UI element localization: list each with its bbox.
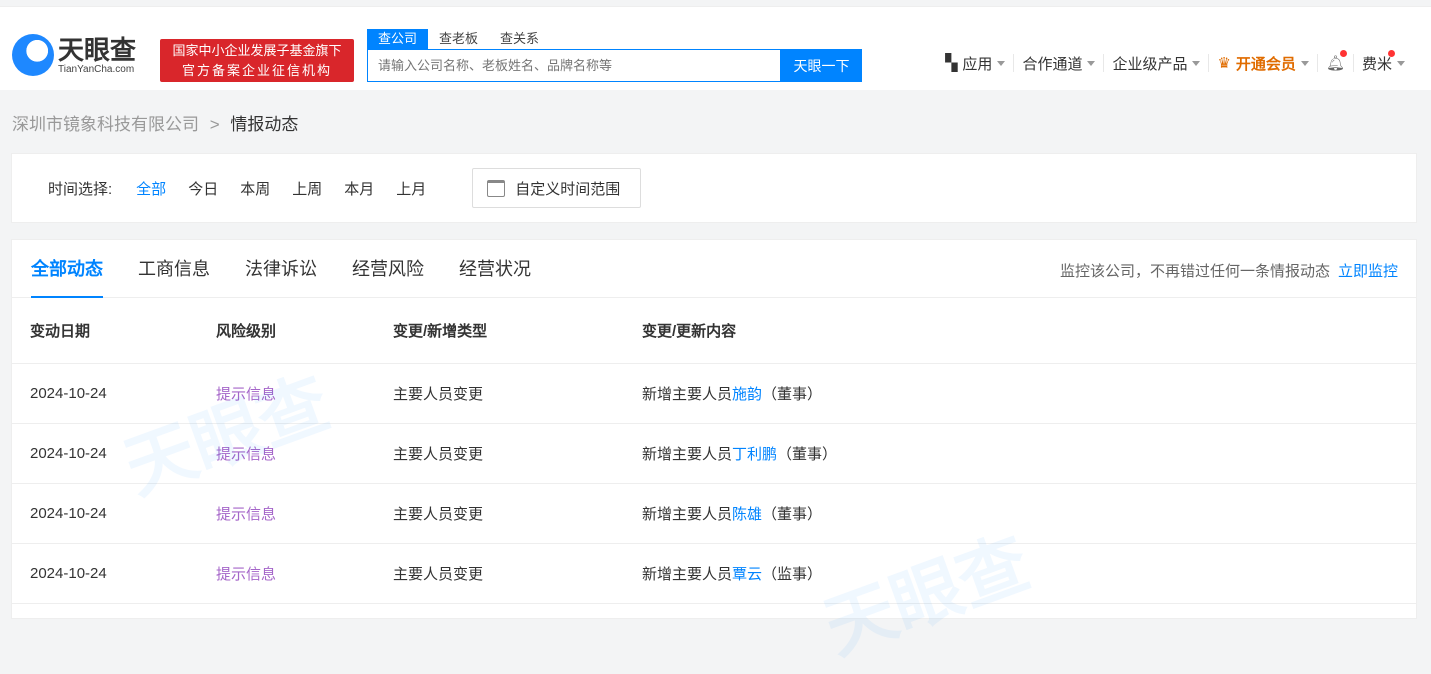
person-role: （董事） <box>762 506 823 523</box>
filter-today[interactable]: 今日 <box>188 178 218 199</box>
row-risk: 提示信息 <box>216 386 277 403</box>
calendar-icon <box>487 179 506 197</box>
row-risk: 提示信息 <box>216 566 277 583</box>
row-type: 主要人员变更 <box>393 506 484 523</box>
monitor-link[interactable]: 立即监控 <box>1338 263 1398 280</box>
person-role: （监事） <box>762 566 823 583</box>
nav-user-label: 费米 <box>1361 55 1392 73</box>
breadcrumb-current: 情报动态 <box>230 115 299 134</box>
row-date: 2024-10-24 <box>30 565 107 582</box>
nav-vip[interactable]: ♛ 开通会员 <box>1209 54 1318 73</box>
caret-down-icon <box>997 60 1006 70</box>
search-tab-relation[interactable]: 查关系 <box>489 29 550 49</box>
filter-last-month[interactable]: 上月 <box>396 178 426 199</box>
row-content: 新增主要人员丁利鹏（董事） <box>642 443 837 464</box>
custom-range-label: 自定义时间范围 <box>515 180 621 198</box>
user-dot <box>1388 50 1395 57</box>
grid-icon: ▚ <box>945 55 958 72</box>
col-date: 变动日期 <box>30 323 91 340</box>
official-badge: 国家中小企业发展子基金旗下 官方备案企业征信机构 <box>160 39 354 82</box>
person-link[interactable]: 覃云 <box>732 566 762 583</box>
col-type: 变更/新增类型 <box>393 323 488 340</box>
logo-icon <box>12 34 54 76</box>
badge-line2: 官方备案企业征信机构 <box>181 63 332 78</box>
table-row: 2024-10-24 提示信息 主要人员变更 新增主要人员施韵（董事） <box>12 364 1416 424</box>
filter-last-week[interactable]: 上周 <box>292 178 322 199</box>
person-link[interactable]: 施韵 <box>732 386 762 403</box>
caret-down-icon <box>1397 60 1405 70</box>
row-risk: 提示信息 <box>216 506 277 523</box>
content-prefix: 新增主要人员 <box>642 446 733 463</box>
notification-dot <box>1339 50 1347 57</box>
filter-label: 时间选择: <box>48 180 113 198</box>
content-prefix: 新增主要人员 <box>642 566 733 583</box>
person-link[interactable]: 丁利鹏 <box>732 446 777 463</box>
caret-down-icon <box>1300 60 1309 70</box>
tab-business[interactable]: 工商信息 <box>138 240 210 298</box>
row-type: 主要人员变更 <box>393 386 484 403</box>
content-prefix: 新增主要人员 <box>642 506 733 523</box>
search-tab-company[interactable]: 查公司 <box>367 29 429 49</box>
tab-risk[interactable]: 经营风险 <box>352 240 424 298</box>
row-content: 新增主要人员覃云（监事） <box>642 563 822 584</box>
table-header: 变动日期 风险级别 变更/新增类型 变更/更新内容 <box>12 298 1416 364</box>
nav-vip-label: 开通会员 <box>1235 55 1296 73</box>
row-date: 2024-10-24 <box>30 445 107 462</box>
row-content: 新增主要人员施韵（董事） <box>642 383 822 404</box>
row-type: 主要人员变更 <box>393 446 484 463</box>
nav-enterprise[interactable]: 企业级产品 <box>1104 54 1210 73</box>
logo-text: 天眼查 <box>58 34 137 65</box>
crown-icon: ♛ <box>1217 55 1231 72</box>
logo-domain: TianYanCha.com <box>58 63 135 75</box>
nav-enterprise-label: 企业级产品 <box>1112 55 1188 73</box>
logo[interactable]: 天眼查 TianYanCha.com <box>12 34 136 76</box>
monitor-text: 监控该公司，不再错过任何一条情报动态 <box>1059 263 1330 280</box>
filter-all[interactable]: 全部 <box>136 178 166 199</box>
news-panel: 全部动态 工商信息 法律诉讼 经营风险 经营状况 监控该公司，不再错过任何一条情… <box>11 239 1417 619</box>
row-date: 2024-10-24 <box>30 385 107 402</box>
search-input[interactable] <box>367 49 781 82</box>
col-content: 变更/更新内容 <box>642 323 737 340</box>
nav-user[interactable]: 费米 <box>1354 50 1413 73</box>
search-tab-boss[interactable]: 查老板 <box>428 29 489 49</box>
caret-down-icon <box>1087 60 1096 70</box>
person-role: （董事） <box>777 446 838 463</box>
nav-apps-label: 应用 <box>962 55 993 73</box>
tab-legal[interactable]: 法律诉讼 <box>245 240 317 298</box>
breadcrumb-company[interactable]: 深圳市镜象科技有限公司 <box>12 115 199 134</box>
person-link[interactable]: 陈雄 <box>732 506 762 523</box>
row-date: 2024-10-24 <box>30 505 107 522</box>
badge-line1: 国家中小企业发展子基金旗下 <box>172 43 342 58</box>
chevron-right-icon: > <box>209 115 220 134</box>
tab-operation[interactable]: 经营状况 <box>459 240 531 298</box>
time-filter: 时间选择: 全部 今日 本周 上周 本月 上月 自定义时间范围 <box>11 153 1417 223</box>
table-row: 2024-10-24 提示信息 主要人员变更 新增主要人员覃云（监事） <box>12 544 1416 604</box>
row-risk: 提示信息 <box>216 446 277 463</box>
nav-partner-label: 合作通道 <box>1022 55 1083 73</box>
filter-this-month[interactable]: 本月 <box>344 178 374 199</box>
top-header: 天眼查 TianYanCha.com 国家中小企业发展子基金旗下 官方备案企业征信机… <box>0 6 1431 90</box>
nav-apps[interactable]: ▚ 应用 <box>937 54 1015 73</box>
content-prefix: 新增主要人员 <box>642 386 733 403</box>
person-role: （董事） <box>762 386 823 403</box>
nav-partner[interactable]: 合作通道 <box>1014 54 1105 73</box>
row-type: 主要人员变更 <box>393 566 484 583</box>
col-risk: 风险级别 <box>216 323 277 340</box>
notification-button[interactable]: 🔔︎ <box>1318 50 1354 72</box>
filter-this-week[interactable]: 本周 <box>240 178 270 199</box>
search-button[interactable]: 天眼一下 <box>781 49 862 82</box>
caret-down-icon <box>1192 60 1201 70</box>
custom-range-button[interactable]: 自定义时间范围 <box>472 168 642 208</box>
tab-all[interactable]: 全部动态 <box>31 240 103 298</box>
breadcrumb: 深圳市镜象科技有限公司 > 情报动态 <box>12 110 298 135</box>
row-content: 新增主要人员陈雄（董事） <box>642 503 822 524</box>
table-row: 2024-10-24 提示信息 主要人员变更 新增主要人员陈雄（董事） <box>12 484 1416 544</box>
table-row: 2024-10-24 提示信息 主要人员变更 新增主要人员丁利鹏（董事） <box>12 424 1416 484</box>
